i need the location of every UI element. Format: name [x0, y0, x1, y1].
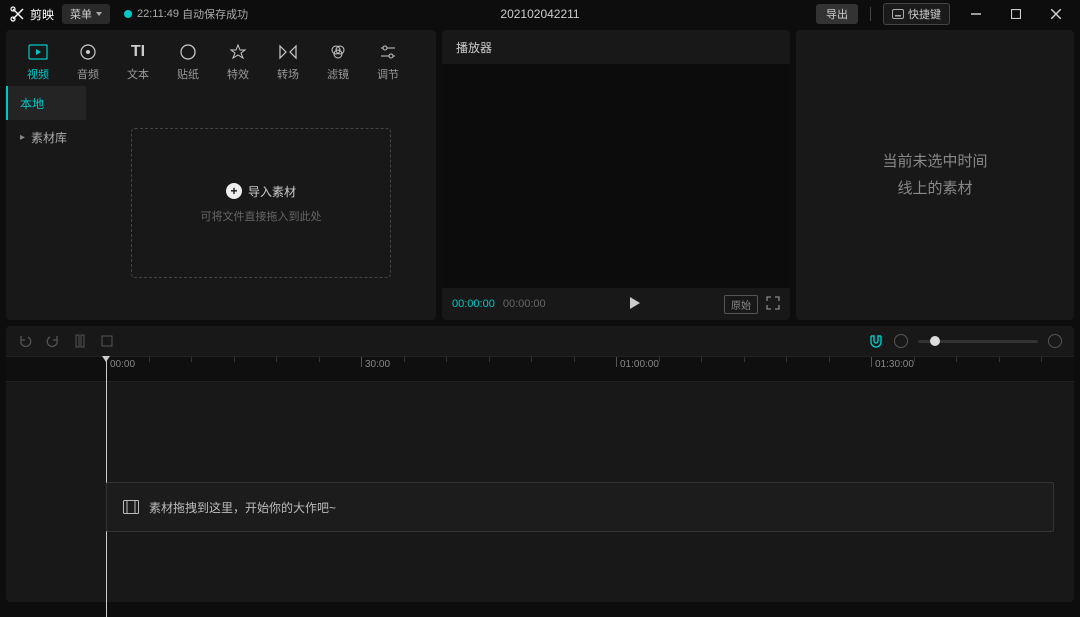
player-title: 播放器	[442, 30, 790, 64]
ruler-tick-minor	[404, 357, 405, 362]
ruler-tick-minor	[914, 357, 915, 362]
autosave-status: 22:11:49 自动保存成功	[124, 6, 248, 22]
ruler-tick-minor	[531, 357, 532, 362]
audio-icon	[79, 42, 97, 62]
minimize-button[interactable]	[962, 4, 990, 24]
chevron-right-icon: ▸	[20, 132, 25, 143]
tab-video[interactable]: 视频	[14, 38, 62, 86]
import-button-label: 导入素材	[248, 183, 296, 200]
export-button[interactable]: 导出	[816, 4, 858, 24]
app-name: 剪映	[30, 6, 54, 23]
ruler-tick-minor	[999, 357, 1000, 362]
track-placeholder[interactable]: 素材拖拽到这里，开始你的大作吧~	[106, 482, 1054, 532]
redo-icon	[46, 334, 60, 348]
delete-button[interactable]	[100, 334, 114, 348]
tab-sticker[interactable]: 贴纸	[164, 38, 212, 86]
play-icon	[628, 296, 642, 310]
undo-icon	[18, 334, 32, 348]
timeline-ruler[interactable]: 00:0030:0001:00:0001:30:00	[6, 356, 1074, 382]
player-controls: 00:00:00 00:00:00 原始	[442, 288, 790, 320]
ruler-tick-minor	[701, 357, 702, 362]
adjust-icon	[379, 42, 397, 62]
tab-text[interactable]: TI 文本	[114, 38, 162, 86]
ruler-tick-minor	[659, 357, 660, 362]
minimize-icon	[971, 9, 981, 19]
tab-effect[interactable]: 特效	[214, 38, 262, 86]
current-time: 00:00:00	[452, 298, 495, 310]
keyboard-icon	[892, 9, 904, 19]
inspector-panel: 当前未选中时间 线上的素材	[796, 30, 1074, 320]
close-button[interactable]	[1042, 4, 1070, 24]
project-name: 202102042211	[500, 7, 579, 21]
menu-dropdown[interactable]: 菜单	[62, 4, 110, 24]
sticker-icon	[179, 42, 197, 62]
ruler-tick-minor	[234, 357, 235, 362]
fullscreen-icon	[766, 296, 780, 310]
ruler-tick-minor	[446, 357, 447, 362]
scissors-icon	[10, 6, 26, 22]
close-icon	[1051, 9, 1061, 19]
maximize-icon	[1011, 9, 1021, 19]
undo-button[interactable]	[18, 334, 32, 348]
inspector-placeholder: 当前未选中时间 线上的素材	[882, 148, 987, 202]
import-hint: 可将文件直接拖入到此处	[201, 208, 322, 224]
zoom-slider[interactable]	[918, 340, 1038, 343]
ruler-tick-minor	[489, 357, 490, 362]
player-panel: 播放器 00:00:00 00:00:00 原始	[442, 30, 790, 320]
import-dropzone[interactable]: + 导入素材 可将文件直接拖入到此处	[131, 128, 391, 278]
import-area[interactable]: + 导入素材 可将文件直接拖入到此处	[86, 86, 436, 320]
media-tabs: 视频 音频 TI 文本 贴纸 特效 转场	[6, 30, 436, 86]
effect-icon	[229, 42, 247, 62]
ruler-tick-minor	[786, 357, 787, 362]
ruler-tick-minor	[149, 357, 150, 362]
tab-adjust[interactable]: 调节	[364, 38, 412, 86]
aspect-ratio-button[interactable]: 原始	[724, 295, 758, 314]
timeline-toolbar	[6, 326, 1074, 356]
ruler-tick-minor	[319, 357, 320, 362]
plus-icon: +	[226, 183, 242, 199]
app-logo: 剪映	[10, 6, 54, 23]
tab-transition[interactable]: 转场	[264, 38, 312, 86]
split-button[interactable]	[74, 334, 86, 348]
timeline-panel: 00:0030:0001:00:0001:30:00 素材拖拽到这里，开始你的大…	[6, 326, 1074, 602]
ruler-tick-minor	[829, 357, 830, 362]
redo-button[interactable]	[46, 334, 60, 348]
filter-icon	[329, 42, 347, 62]
player-viewport[interactable]	[442, 64, 790, 288]
total-time: 00:00:00	[503, 298, 546, 310]
transition-icon	[279, 42, 297, 62]
ruler-tick-minor	[1041, 357, 1042, 362]
ruler-tick-minor	[956, 357, 957, 362]
ruler-tick-minor	[276, 357, 277, 362]
timeline-tracks[interactable]: 素材拖拽到这里，开始你的大作吧~	[6, 382, 1074, 592]
clip-icon	[123, 500, 139, 514]
shortcut-button[interactable]: 快捷键	[883, 3, 950, 25]
maximize-button[interactable]	[1002, 4, 1030, 24]
tab-audio[interactable]: 音频	[64, 38, 112, 86]
ruler-tick-minor	[574, 357, 575, 362]
split-icon	[74, 334, 86, 348]
magnet-icon	[868, 334, 884, 348]
tab-filter[interactable]: 滤镜	[314, 38, 362, 86]
video-icon	[28, 42, 48, 62]
ruler-tick-minor	[191, 357, 192, 362]
divider	[870, 7, 871, 21]
play-button[interactable]	[628, 296, 642, 313]
zoom-handle[interactable]	[930, 336, 940, 346]
zoom-in-button[interactable]	[1048, 334, 1062, 348]
delete-icon	[100, 334, 114, 348]
title-bar: 剪映 菜单 22:11:49 自动保存成功 202102042211 导出 快捷…	[0, 0, 1080, 28]
text-icon: TI	[131, 42, 145, 62]
side-tab-local[interactable]: 本地	[6, 86, 86, 120]
zoom-out-button[interactable]	[894, 334, 908, 348]
ruler-tick-minor	[744, 357, 745, 362]
side-tabs: 本地 ▸素材库	[6, 86, 86, 320]
status-dot-icon	[124, 10, 132, 18]
magnet-button[interactable]	[868, 334, 884, 348]
track-placeholder-text: 素材拖拽到这里，开始你的大作吧~	[149, 499, 336, 516]
fullscreen-button[interactable]	[766, 296, 780, 313]
side-tab-library[interactable]: ▸素材库	[6, 120, 86, 154]
media-panel: 视频 音频 TI 文本 贴纸 特效 转场	[6, 30, 436, 320]
